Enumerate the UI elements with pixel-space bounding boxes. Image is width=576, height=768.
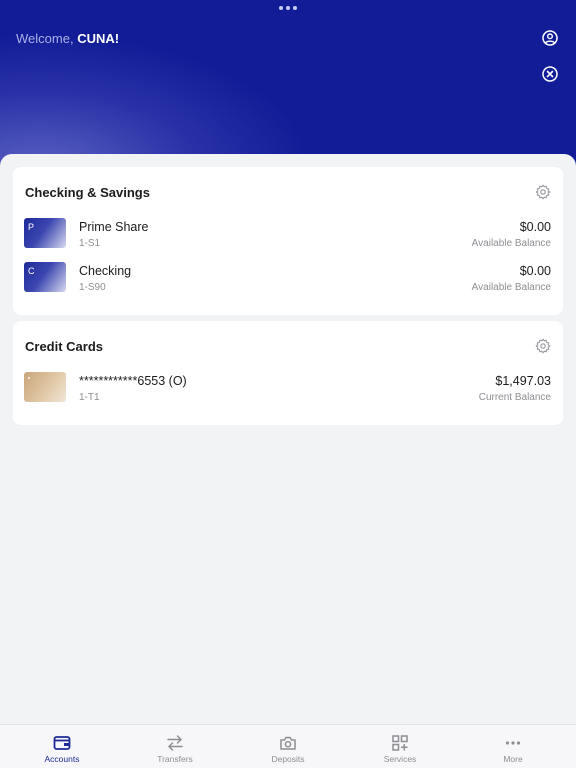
- account-row-checking[interactable]: C Checking 1-S90 $0.00 Available Balance: [13, 262, 563, 298]
- account-name: Prime Share: [79, 220, 149, 234]
- more-dots-icon: [505, 741, 521, 745]
- tab-deposits[interactable]: Deposits: [243, 725, 333, 768]
- tab-label: Deposits: [271, 754, 305, 764]
- account-amount: $0.00: [519, 220, 551, 234]
- tab-accounts[interactable]: Accounts: [17, 725, 107, 768]
- card-title: Credit Cards: [25, 339, 104, 354]
- account-row-prime-share[interactable]: P Prime Share 1-S1 $0.00 Available Balan…: [13, 218, 563, 254]
- camera-icon: [280, 736, 296, 750]
- checking-savings-card: Checking & Savings P Prime Share 1-S1 $0…: [13, 167, 563, 315]
- accounts-content: Checking & Savings P Prime Share 1-S1 $0…: [0, 154, 576, 724]
- grid-plus-icon: [392, 735, 408, 751]
- welcome-text: Welcome, CUNA!: [16, 31, 119, 46]
- card-balance-label: Current Balance: [478, 392, 551, 403]
- account-id: 1-S90: [79, 282, 106, 293]
- transfer-arrows-icon: [167, 735, 183, 751]
- credit-card-row[interactable]: ************6553 (O) 1-T1 $1,497.03 Curr…: [13, 372, 563, 408]
- card-id: 1-T1: [79, 392, 100, 403]
- account-balance-label: Available Balance: [471, 238, 551, 249]
- tab-label: Transfers: [157, 754, 193, 764]
- gear-icon[interactable]: [535, 184, 551, 200]
- bottom-tab-bar: Accounts Transfers Deposits Services Mor…: [0, 724, 576, 768]
- close-circle-icon[interactable]: [542, 66, 558, 82]
- card-chip-dot: [28, 377, 30, 379]
- gear-icon[interactable]: [535, 338, 551, 354]
- account-card-thumbnail: C: [24, 262, 66, 292]
- account-balance-label: Available Balance: [471, 282, 551, 293]
- account-amount: $0.00: [519, 264, 551, 278]
- header: Welcome, CUNA!: [0, 0, 576, 175]
- tab-services[interactable]: Services: [355, 725, 445, 768]
- credit-card-thumbnail: [24, 372, 66, 402]
- tab-label: More: [503, 754, 523, 764]
- account-initial: C: [28, 266, 35, 276]
- user-circle-icon[interactable]: [542, 30, 558, 46]
- account-card-thumbnail: P: [24, 218, 66, 248]
- drag-handle[interactable]: [279, 6, 297, 10]
- account-initial: P: [28, 222, 35, 232]
- tab-more[interactable]: More: [468, 725, 558, 768]
- welcome-prefix: Welcome,: [16, 31, 74, 46]
- account-id: 1-S1: [79, 238, 101, 249]
- tab-label: Accounts: [44, 754, 80, 764]
- user-name: CUNA!: [77, 31, 120, 46]
- tab-label: Services: [383, 754, 417, 764]
- card-title: Checking & Savings: [25, 185, 150, 200]
- credit-cards-card: Credit Cards ************6553 (O) 1-T1 $…: [13, 321, 563, 425]
- account-name: Checking: [79, 264, 132, 278]
- card-number: ************6553 (O): [79, 374, 187, 388]
- wallet-icon: [53, 736, 71, 750]
- tab-transfers[interactable]: Transfers: [130, 725, 220, 768]
- card-amount: $1,497.03: [495, 374, 551, 388]
